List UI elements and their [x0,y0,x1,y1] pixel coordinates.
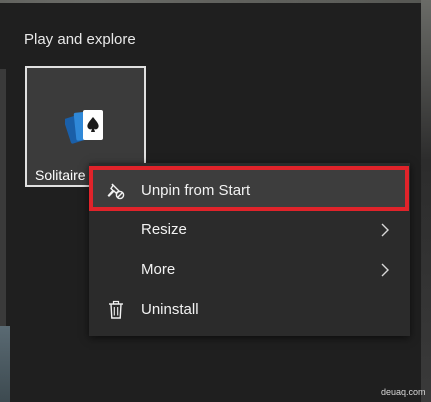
trash-icon [109,300,123,319]
menu-item-more[interactable]: More [89,250,410,290]
tile-label: Solitaire [35,167,86,183]
menu-item-label: Uninstall [141,301,199,318]
menu-item-unpin[interactable]: Unpin from Start [89,166,409,211]
solitaire-cards-icon [65,110,103,144]
tile-group-title: Play and explore [24,31,136,48]
menu-item-label: Resize [141,221,187,238]
desktop-edge-bottom [0,326,10,402]
chevron-right-icon [381,263,389,277]
chevron-right-icon [381,223,389,237]
menu-item-label: Unpin from Start [141,182,251,199]
watermark: deuaq.com [381,387,426,397]
menu-item-uninstall[interactable]: Uninstall [89,290,410,330]
menu-item-label: More [141,261,176,278]
tile-column-edge [0,69,6,329]
unpin-icon [107,183,125,200]
menu-item-resize[interactable]: Resize [89,210,410,250]
context-menu: Unpin from Start Resize More Uninstall [89,163,410,336]
desktop-edge [421,0,431,402]
